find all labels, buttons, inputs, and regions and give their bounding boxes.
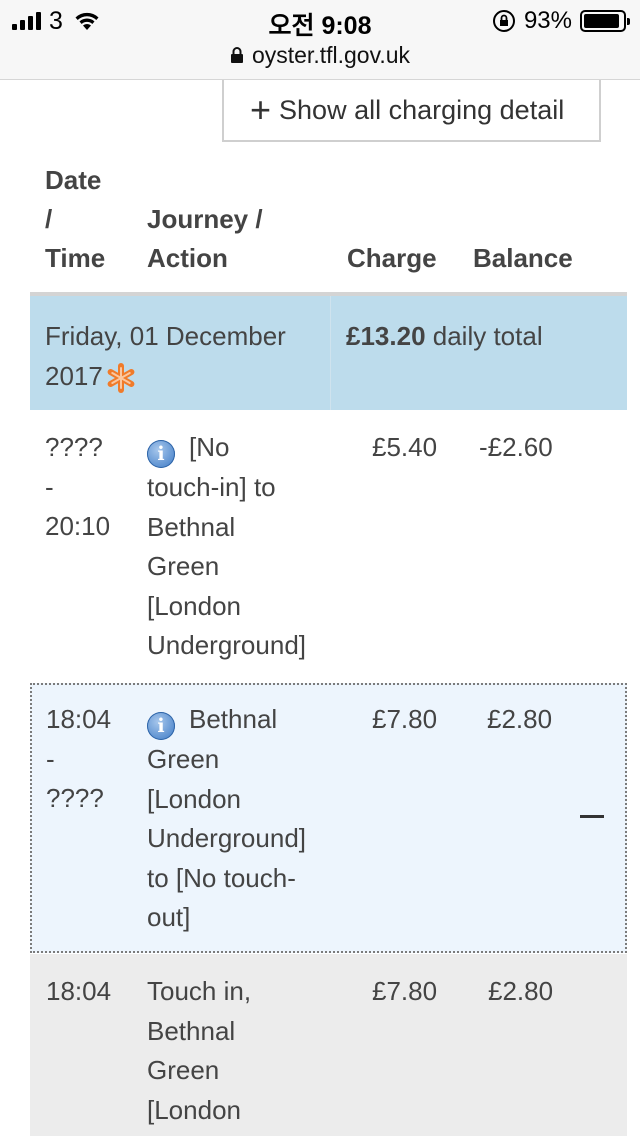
header-charge: Charge bbox=[347, 243, 437, 273]
plus-icon: + bbox=[250, 89, 272, 130]
row-1-journey-line: touch-in] to bbox=[147, 472, 276, 502]
row-1-time-line: ???? bbox=[45, 432, 103, 462]
row-2-time-line: ???? bbox=[46, 783, 104, 813]
show-all-label: Show all charging detail bbox=[279, 94, 565, 125]
day-date-line-2: 2017 bbox=[45, 361, 103, 391]
row-2-journey-line: [London bbox=[147, 783, 241, 814]
row-1-journey-line: [No bbox=[189, 432, 230, 462]
address-bar[interactable]: oyster.tfl.gov.uk bbox=[0, 40, 640, 70]
daily-total-suffix: daily total bbox=[425, 321, 543, 351]
info-icon[interactable]: i bbox=[147, 440, 175, 468]
day-summary-row: Friday, 01 December 2017 £13.20 daily to… bbox=[30, 292, 627, 410]
daily-total: £13.20 daily total bbox=[346, 316, 543, 356]
header-balance: Balance bbox=[473, 243, 573, 273]
row-2-charge: £7.80 bbox=[372, 704, 438, 734]
row-1-time-line: 20:10 bbox=[45, 511, 111, 541]
row-3-journey-line: Bethnal bbox=[147, 1015, 236, 1046]
row-3-journey-line: Green bbox=[147, 1055, 220, 1085]
column-divider bbox=[330, 296, 331, 410]
show-all-charging-detail-button[interactable]: + Show all charging detail bbox=[222, 80, 601, 142]
header-slash-line: / bbox=[45, 204, 53, 234]
row-2-journey-line: Bethnal bbox=[189, 704, 278, 734]
header-date-line: Date bbox=[45, 165, 102, 195]
rotation-lock-icon bbox=[492, 10, 515, 32]
row-2-time-line: 18:04 bbox=[46, 704, 112, 734]
daily-total-amount: £13.20 bbox=[346, 321, 426, 351]
row-1-time: ???? - 20:10 bbox=[45, 428, 110, 547]
header-journey-line: Journey / bbox=[147, 204, 263, 234]
row-1-charge: £5.40 bbox=[372, 432, 438, 462]
row-2-journey-line: out] bbox=[147, 902, 191, 932]
row-1-journey-line: Green bbox=[147, 551, 220, 581]
row-2-journey-line: to [No touch- bbox=[147, 862, 296, 893]
day-date: Friday, 01 December 2017 bbox=[45, 316, 325, 396]
row-3-charge: £7.80 bbox=[372, 976, 438, 1006]
row-1-time-line: - bbox=[45, 471, 54, 502]
row-2-time-line: - bbox=[46, 743, 55, 774]
row-3-time: 18:04 bbox=[46, 972, 111, 1012]
header-date-time: Date / Time bbox=[45, 161, 105, 278]
row-2-journey-line: Green bbox=[147, 744, 220, 774]
header-action-line: Action bbox=[147, 243, 228, 273]
header-journey-action: Journey / Action bbox=[147, 200, 263, 278]
row-3-journey-line: [London bbox=[147, 1094, 241, 1125]
row-1-journey-line: Underground] bbox=[147, 630, 306, 660]
lock-icon bbox=[230, 47, 243, 63]
header-time-line: Time bbox=[45, 243, 106, 273]
status-right: 93% bbox=[492, 7, 630, 35]
row-2-time: 18:04 - ???? bbox=[46, 700, 111, 819]
day-date-line-1: Friday, 01 December bbox=[45, 321, 286, 351]
row-3-time-line: 18:04 bbox=[46, 976, 112, 1006]
collapse-minus-icon[interactable] bbox=[580, 815, 604, 818]
row-1-journey-line: [London bbox=[147, 590, 241, 621]
row-1-journey: i [No touch-in] to Bethnal Green [London … bbox=[147, 428, 306, 666]
status-bar: 3 오전 9:08 93% oyster.tfl.gov.uk bbox=[0, 0, 640, 80]
row-2-journey: i Bethnal Green [London Underground] to [… bbox=[147, 700, 306, 938]
row-2-balance: £2.80 bbox=[487, 704, 553, 734]
info-icon[interactable]: i bbox=[147, 712, 175, 740]
row-1-journey-line: Bethnal bbox=[147, 511, 236, 542]
row-3-balance: £2.80 bbox=[488, 976, 554, 1006]
battery-percent: 93% bbox=[523, 7, 572, 34]
row-3-journey: Touch in, Bethnal Green [London bbox=[147, 972, 251, 1130]
url-text: oyster.tfl.gov.uk bbox=[251, 41, 411, 68]
row-3-journey-line: Touch in, bbox=[147, 976, 252, 1006]
battery-icon bbox=[580, 10, 630, 32]
row-1-balance: -£2.60 bbox=[479, 432, 553, 462]
incomplete-journey-asterisk-icon bbox=[107, 363, 135, 394]
row-2-journey-line: Underground] bbox=[147, 823, 306, 853]
